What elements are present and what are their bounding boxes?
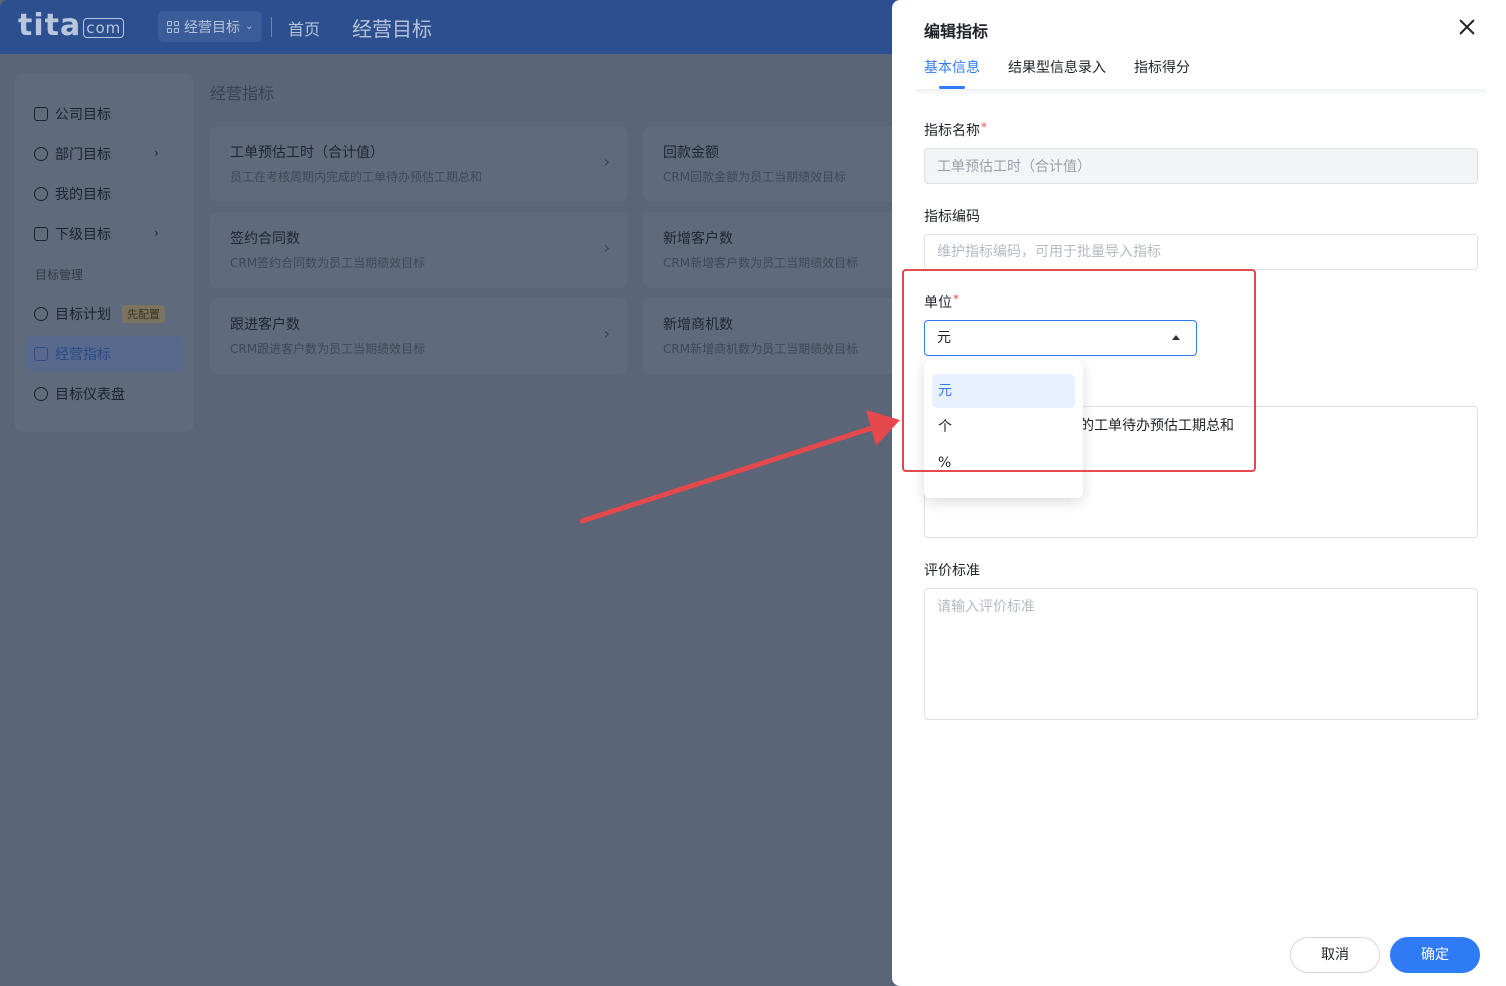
indicator-card[interactable]: 跟进客户数 CRM跟进客户数为员工当期绩效目标 › <box>210 298 628 374</box>
unit-option-percent[interactable]: % <box>932 446 1075 480</box>
drawer-title: 编辑指标 <box>924 22 989 41</box>
card-title: 工单预估工时（合计值） <box>230 145 384 161</box>
chevron-down-icon: ⌄ <box>245 21 254 32</box>
card-description: CRM回款金额为员工当期绩效目标 <box>663 170 847 184</box>
sidebar: 公司目标 部门目标 › 我的目标 下级目标 › 目标管理 目标计划 先配置 经营… <box>14 74 194 432</box>
cancel-button[interactable]: 取消 <box>1290 937 1380 973</box>
card-description: CRM跟进客户数为员工当期绩效目标 <box>230 342 426 356</box>
unit-option-count[interactable]: 个 <box>932 410 1075 444</box>
sidebar-item-my-goals[interactable]: 我的目标 <box>34 184 111 204</box>
confirm-button[interactable]: 确定 <box>1390 937 1480 973</box>
indicator-name-label: 指标名称* <box>924 120 987 139</box>
sidebar-item-label: 下级目标 <box>55 227 111 243</box>
tab-indicator-score[interactable]: 指标得分 <box>1134 57 1190 77</box>
sidebar-group-label: 目标管理 <box>35 268 84 282</box>
sidebar-item-label: 我的目标 <box>55 187 111 203</box>
card-description: CRM新增商机数为员工当期绩效目标 <box>663 342 859 356</box>
page-title: 经营指标 <box>210 84 275 103</box>
sidebar-item-goal-dashboard[interactable]: 目标仪表盘 <box>34 384 125 404</box>
sidebar-item-department-goals[interactable]: 部门目标 › <box>34 144 174 164</box>
dashboard-gauge-icon <box>34 387 48 401</box>
sidebar-item-goal-plan[interactable]: 目标计划 先配置 <box>34 304 165 324</box>
tab-divider <box>916 89 1486 95</box>
indicator-card[interactable]: 工单预估工时（合计值） 员工在考核周期内完成的工单待办预估工期总和 › <box>210 126 628 202</box>
apps-grid-icon <box>167 20 179 33</box>
app-switcher-label: 经营目标 <box>184 19 240 36</box>
building-icon <box>34 107 48 121</box>
app-switcher-button[interactable]: 经营目标 ⌄ <box>158 11 263 42</box>
org-chart-icon <box>34 307 48 321</box>
unit-select-value: 元 <box>937 330 951 346</box>
card-description: 员工在考核周期内完成的工单待办预估工期总和 <box>230 170 483 184</box>
sidebar-item-subordinate-goals[interactable]: 下级目标 › <box>34 224 174 244</box>
target-icon <box>34 187 48 201</box>
tab-result-entry[interactable]: 结果型信息录入 <box>1008 57 1106 77</box>
chevron-right-icon: › <box>603 238 610 257</box>
caret-up-icon <box>1172 335 1180 340</box>
card-title: 签约合同数 <box>230 231 300 247</box>
nav-home-link[interactable]: 首页 <box>288 16 320 40</box>
nav-divider <box>271 17 272 37</box>
card-title: 新增客户数 <box>663 231 733 247</box>
indicator-icon <box>34 347 48 361</box>
sidebar-item-label: 目标仪表盘 <box>55 387 125 403</box>
evaluation-criteria-label: 评价标准 <box>924 563 980 579</box>
unit-option-yuan[interactable]: 元 <box>932 374 1075 408</box>
card-description: CRM签约合同数为员工当期绩效目标 <box>230 256 426 270</box>
chevron-right-icon: › <box>154 146 159 160</box>
chevron-right-icon: › <box>603 152 610 171</box>
tab-basic-info[interactable]: 基本信息 <box>924 57 980 77</box>
card-title: 新增商机数 <box>663 317 733 333</box>
tita-logo[interactable]: tita com <box>18 8 125 43</box>
sidebar-item-label: 目标计划 <box>55 307 111 323</box>
edit-indicator-drawer: 编辑指标 基本信息 结果型信息录入 指标得分 指标名称* 指标编码 单位* 元 … <box>892 0 1506 986</box>
sidebar-item-label: 经营指标 <box>55 347 111 363</box>
unit-dropdown-menu: 元 个 % <box>924 360 1083 498</box>
card-title: 跟进客户数 <box>230 317 300 333</box>
chevron-right-icon: › <box>603 324 610 343</box>
description-visible-text: 的工单待办预估工期总和 <box>1080 418 1234 434</box>
org-chart-icon <box>34 147 48 161</box>
evaluation-criteria-textarea[interactable] <box>924 588 1478 720</box>
sidebar-item-business-indicators[interactable]: 经营指标 <box>34 344 111 364</box>
chevron-right-icon: › <box>154 226 159 240</box>
indicator-name-input[interactable] <box>924 148 1478 184</box>
card-description: CRM新增客户数为员工当期绩效目标 <box>663 256 859 270</box>
card-title: 回款金额 <box>663 145 719 161</box>
sidebar-item-label: 部门目标 <box>55 147 111 163</box>
close-icon[interactable] <box>1456 16 1478 38</box>
indicator-code-label: 指标编码 <box>924 209 980 225</box>
hierarchy-icon <box>34 227 48 241</box>
unit-select[interactable]: 元 <box>924 320 1197 356</box>
sidebar-item-label: 公司目标 <box>55 107 111 123</box>
indicator-card[interactable]: 签约合同数 CRM签约合同数为员工当期绩效目标 › <box>210 212 628 288</box>
indicator-code-input[interactable] <box>924 234 1478 270</box>
nav-current-title: 经营目标 <box>352 17 432 41</box>
sidebar-item-company-goals[interactable]: 公司目标 <box>34 104 111 124</box>
unit-label: 单位* <box>924 292 959 311</box>
config-first-badge: 先配置 <box>122 305 165 323</box>
